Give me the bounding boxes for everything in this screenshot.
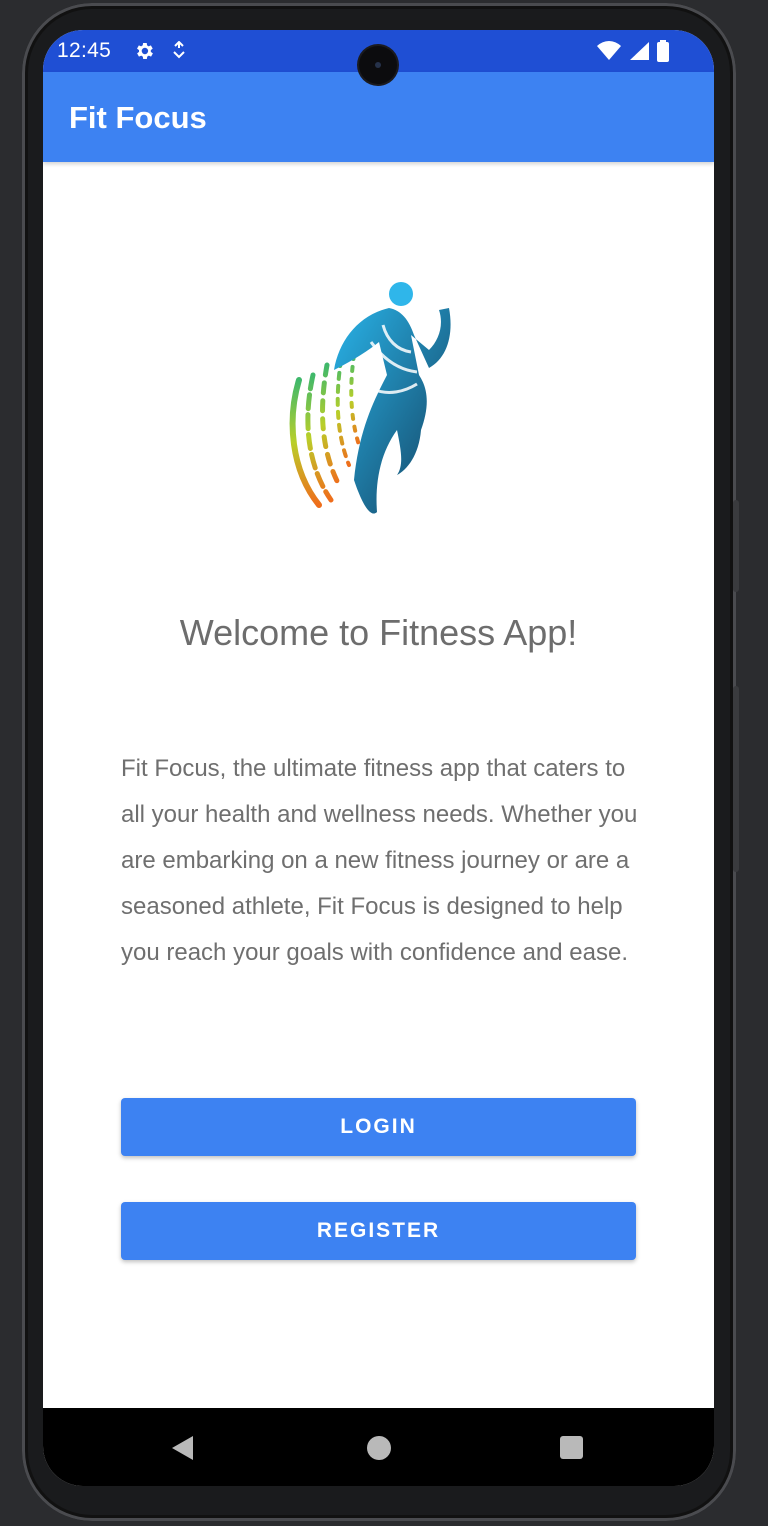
system-nav-bar (43, 1408, 714, 1486)
app-description: Fit Focus, the ultimate fitness app that… (121, 755, 638, 966)
wifi-icon (596, 41, 622, 66)
app-screen: 12:45 Fit Focus Welcome to Fitness App! … (43, 30, 714, 1486)
signal-icon (628, 41, 650, 66)
recents-icon[interactable] (560, 1436, 583, 1459)
welcome-heading: Welcome to Fitness App! (179, 612, 578, 653)
status-bar: 12:45 (43, 30, 714, 84)
gear-icon (133, 40, 155, 66)
home-icon[interactable] (367, 1436, 391, 1460)
login-button-label: LOGIN (340, 1115, 417, 1138)
register-button[interactable]: REGISTER (121, 1202, 636, 1260)
app-title: Fit Focus (69, 100, 207, 135)
app-bar: Fit Focus (43, 72, 714, 162)
volume-button (733, 500, 739, 592)
back-icon[interactable] (171, 1435, 195, 1466)
login-button[interactable]: LOGIN (121, 1098, 636, 1156)
register-button-label: REGISTER (316, 1219, 441, 1242)
battery-icon (656, 40, 670, 67)
status-time: 12:45 (57, 39, 112, 62)
power-button (733, 686, 739, 872)
front-camera (359, 46, 397, 84)
navigation-arrow-icon (171, 40, 187, 66)
status-icons (596, 40, 670, 67)
fitness-runner-logo (289, 282, 451, 514)
